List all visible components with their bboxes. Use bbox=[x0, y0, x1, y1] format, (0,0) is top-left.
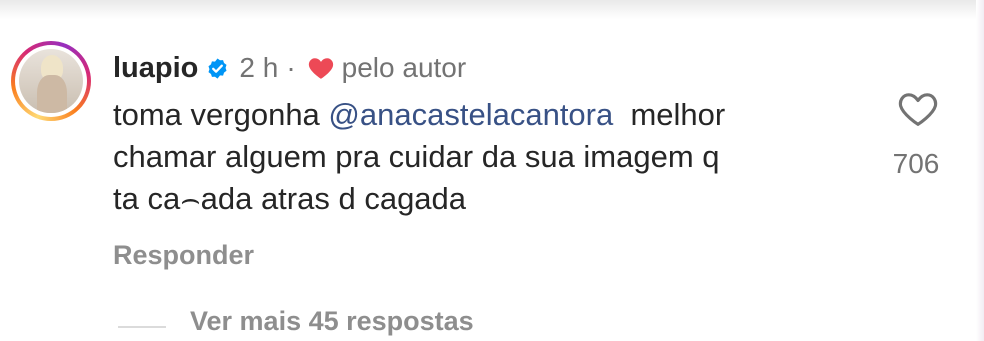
replies-divider bbox=[118, 326, 166, 328]
username[interactable]: luapio bbox=[113, 52, 198, 85]
comment-header: luapio 2 h · pelo autor bbox=[113, 48, 466, 88]
avatar-ring bbox=[15, 45, 87, 117]
mention-link[interactable]: @anacastelacantora bbox=[328, 97, 613, 132]
liked-by-author-label: pelo autor bbox=[341, 52, 467, 83]
view-more-replies-button[interactable]: Ver mais 45 respostas bbox=[190, 306, 474, 337]
verified-badge-icon bbox=[208, 57, 227, 79]
reply-button[interactable]: Responder bbox=[113, 240, 254, 271]
separator-dot: · bbox=[286, 52, 296, 83]
comment-text: toma vergonha @anacastelacantora melhor … bbox=[113, 94, 873, 220]
like-count: 706 bbox=[892, 148, 940, 179]
avatar-figure bbox=[37, 75, 67, 113]
red-heart-icon bbox=[308, 58, 333, 79]
heart-outline-icon[interactable] bbox=[898, 90, 938, 128]
comment-text-segment: toma vergonha bbox=[113, 97, 329, 132]
comment-text-segment: melhor bbox=[613, 97, 726, 132]
comment-time: 2 h bbox=[239, 52, 279, 83]
avatar-photo bbox=[19, 49, 83, 113]
comment-text-line: chamar alguem pra cuidar da sua imagem q bbox=[113, 139, 720, 174]
comment-text-line: ta ca⌢ada atras d cagada bbox=[113, 181, 467, 216]
comment: luapio 2 h · pelo autor toma vergonha @a… bbox=[0, 0, 984, 341]
avatar[interactable] bbox=[11, 41, 91, 121]
comment-text-line: toma vergonha @anacastelacantora melhor bbox=[113, 94, 873, 136]
